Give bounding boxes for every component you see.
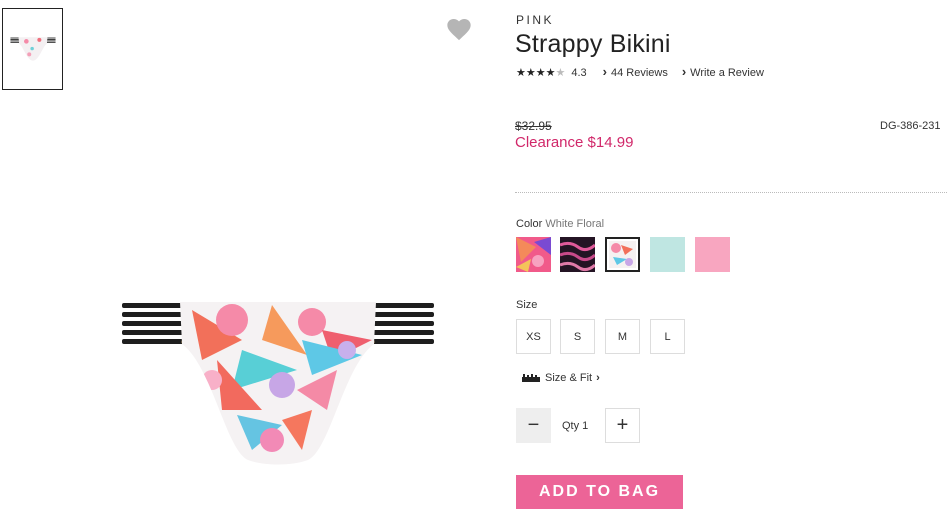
sale-price: Clearance $14.99 (515, 134, 634, 151)
chevron-right-icon: › (681, 64, 687, 79)
product-main-image (122, 302, 434, 465)
product-title: Strappy Bikini (515, 30, 671, 58)
size-option-l[interactable]: L (650, 319, 685, 354)
thumbnail-image (9, 37, 56, 61)
quantity-decrease-button[interactable]: − (516, 408, 551, 443)
ruler-icon (522, 374, 540, 382)
section-divider (515, 192, 947, 193)
product-thumbnail[interactable] (2, 8, 63, 90)
color-swatch-pink-orange-floral[interactable] (516, 237, 551, 272)
size-fit-link[interactable]: Size & Fit › (522, 372, 600, 384)
write-review-link[interactable]: › Write a Review (681, 64, 764, 79)
size-option-s[interactable]: S (560, 319, 595, 354)
star-rating-icon: ★★★★★ (516, 67, 566, 79)
rating-row: ★★★★★ 4.3 › 44 Reviews › Write a Review (516, 64, 764, 79)
selected-color-name: White Floral (545, 218, 605, 230)
chevron-right-icon: › (602, 64, 607, 79)
rating-value: 4.3 (571, 66, 587, 79)
color-swatch-black-pink-tie-dye[interactable] (560, 237, 595, 272)
product-sku: DG-386-231 (880, 120, 941, 132)
color-swatch-white-floral[interactable] (605, 237, 640, 272)
size-option-m[interactable]: M (605, 319, 640, 354)
reviews-link[interactable]: › 44 Reviews (602, 64, 668, 79)
chevron-right-icon: › (596, 372, 600, 384)
original-price: $32.95 (515, 119, 552, 133)
add-to-bag-button[interactable]: ADD TO BAG (516, 475, 683, 509)
color-swatch-light-pink[interactable] (695, 237, 730, 272)
favorite-heart-icon[interactable] (445, 15, 473, 43)
size-option-xs[interactable]: XS (516, 319, 551, 354)
quantity-increase-button[interactable]: + (605, 408, 640, 443)
brand-name: PINK (516, 13, 555, 27)
quantity-value: Qty 1 (562, 420, 589, 432)
color-label: Color White Floral (516, 218, 605, 230)
color-swatch-mint[interactable] (650, 237, 685, 272)
size-label: Size (516, 299, 538, 311)
